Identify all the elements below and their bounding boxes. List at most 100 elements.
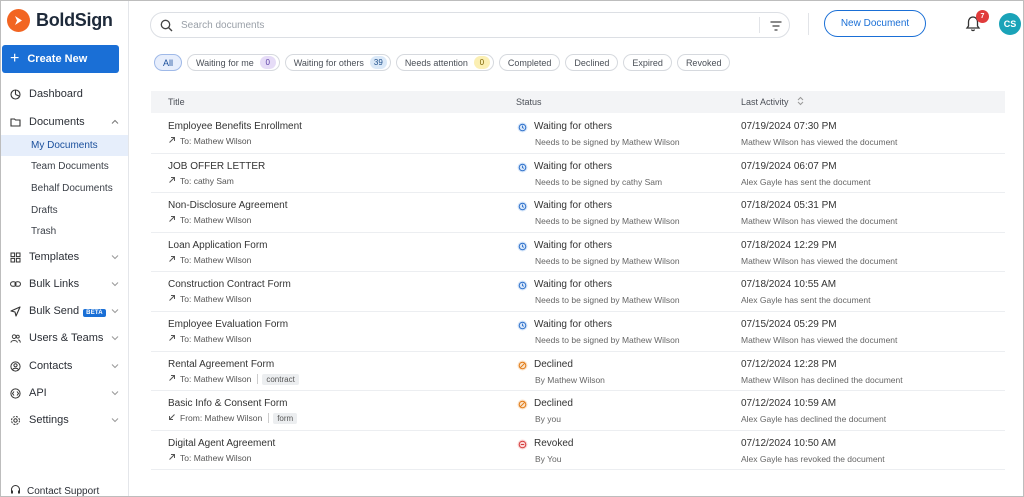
header-divider (808, 13, 809, 35)
document-recipient: To: Mathew Wilson (168, 215, 251, 225)
last-activity-text: Mathew Wilson has viewed the document (741, 255, 898, 266)
status-detail: By Mathew Wilson (535, 374, 605, 385)
table-row[interactable]: Employee Evaluation Form To: Mathew Wilso… (151, 312, 1005, 352)
sidebar-subitem-team-documents[interactable]: Team Documents (1, 156, 128, 177)
outgoing-arrow-icon (168, 294, 176, 304)
sidebar-item-bulk-links[interactable]: Bulk Links (1, 273, 128, 295)
sidebar-item-bulk-send[interactable]: Bulk Send BETA (1, 300, 128, 322)
status-text: Declined (534, 358, 573, 370)
status-detail: Needs to be signed by Mathew Wilson (535, 216, 680, 227)
filter-chip-expired[interactable]: Expired (623, 54, 672, 71)
boldsign-logo-icon (7, 9, 30, 32)
status-filter-chips: All Waiting for me 0 Waiting for others 39… (154, 54, 731, 71)
document-recipient: To: Mathew Wilson (168, 255, 251, 265)
contact-support-link[interactable]: Contact Support (10, 484, 99, 496)
filter-count: 0 (259, 56, 276, 69)
filter-chip-waiting-for-me[interactable]: Waiting for me 0 (187, 54, 280, 71)
filter-chip-label: Waiting for me (196, 57, 254, 68)
clock-icon (517, 280, 528, 291)
api-icon (10, 387, 21, 399)
chevron-down-icon (111, 333, 119, 341)
table-row[interactable]: Digital Agent Agreement To: Mathew Wilson… (151, 431, 1005, 471)
sidebar-item-templates[interactable]: Templates (1, 246, 128, 268)
table-row[interactable]: Basic Info & Consent Form From: Mathew Wi… (151, 391, 1005, 431)
last-activity-date: 07/18/2024 12:29 PM (741, 239, 837, 251)
sidebar-item-settings[interactable]: Settings (1, 409, 128, 431)
last-activity-text: Alex Gayle has revoked the document (741, 453, 885, 464)
create-new-label: Create New (27, 53, 88, 65)
chevron-down-icon (111, 415, 119, 423)
document-title[interactable]: Basic Info & Consent Form (168, 398, 288, 409)
document-title[interactable]: Employee Evaluation Form (168, 319, 288, 330)
filter-chip-waiting-for-others[interactable]: Waiting for others 39 (284, 54, 391, 71)
status-text: Waiting for others (534, 200, 612, 212)
sidebar-subitem-drafts[interactable]: Drafts (1, 200, 128, 221)
status-detail: Needs to be signed by cathy Sam (535, 176, 663, 187)
clock-icon (517, 241, 528, 252)
status-detail: Needs to be signed by Mathew Wilson (535, 137, 680, 147)
status-detail: By you (535, 414, 561, 425)
filter-chip-revoked[interactable]: Revoked (676, 54, 731, 71)
document-title[interactable]: Non-Disclosure Agreement (168, 200, 288, 211)
table-row[interactable]: JOB OFFER LETTER To: cathy Sam Waiting for… (151, 154, 1005, 194)
search-divider (759, 17, 760, 33)
chevron-down-icon (111, 252, 119, 260)
chevron-down-icon (111, 306, 119, 314)
sidebar-item-documents[interactable]: Documents (1, 111, 128, 133)
status-text: Waiting for others (534, 239, 612, 251)
document-recipient: To: cathy Sam (168, 176, 234, 186)
chevron-down-icon (111, 361, 119, 369)
table-row[interactable]: Non-Disclosure Agreement To: Mathew Wilso… (151, 193, 1005, 233)
sort-icon[interactable] (797, 96, 804, 108)
filter-icon[interactable] (770, 20, 782, 34)
sidebar-item-dashboard[interactable]: Dashboard (1, 83, 128, 105)
filter-chip-needs-attention[interactable]: Needs attention 0 (395, 54, 494, 71)
sidebar-item-contacts[interactable]: Contacts (1, 355, 128, 377)
outgoing-arrow-icon (168, 255, 176, 265)
last-activity-date: 07/19/2024 07:30 PM (741, 121, 837, 132)
declined-icon (517, 399, 528, 410)
column-header-last-activity[interactable]: Last Activity (741, 97, 789, 107)
plus-icon: + (10, 50, 20, 67)
new-document-button[interactable]: New Document (824, 10, 926, 37)
filter-chip-all[interactable]: All (154, 54, 183, 71)
sidebar-item-api[interactable]: API (1, 382, 128, 404)
filter-chip-completed[interactable]: Completed (498, 54, 561, 71)
sidebar-subitem-trash[interactable]: Trash (1, 221, 128, 242)
search-icon (160, 19, 173, 35)
link-icon (10, 279, 21, 290)
recipient-text: To: Mathew Wilson (180, 333, 252, 344)
column-header-title[interactable]: Title (168, 97, 185, 107)
create-new-button[interactable]: + Create New (2, 45, 119, 73)
outgoing-arrow-icon (168, 136, 176, 146)
document-title[interactable]: Rental Agreement Form (168, 359, 274, 370)
tag-label: contract (262, 373, 299, 385)
users-icon (10, 333, 21, 344)
sidebar-subitem-my-documents[interactable]: My Documents (1, 135, 128, 156)
search-input[interactable] (181, 17, 741, 33)
brand-logo[interactable]: BoldSign (7, 9, 113, 32)
filter-chip-declined[interactable]: Declined (565, 54, 619, 71)
recipient-text: To: Mathew Wilson (180, 294, 252, 305)
last-activity-date: 07/12/2024 12:28 PM (741, 358, 837, 370)
brand-name: BoldSign (36, 10, 113, 30)
table-row[interactable]: Rental Agreement Form To: Mathew Wilson co… (151, 352, 1005, 392)
table-row[interactable]: Employee Benefits Enrollment To: Mathew W… (151, 114, 1005, 154)
document-title[interactable]: Digital Agent Agreement (168, 438, 275, 449)
sidebar-subitem-behalf-documents[interactable]: Behalf Documents (1, 178, 128, 199)
last-activity-date: 07/18/2024 10:55 AM (741, 279, 837, 291)
avatar[interactable]: CS (999, 13, 1021, 35)
sidebar-item-users-teams[interactable]: Users & Teams (1, 327, 128, 349)
document-title[interactable]: Construction Contract Form (168, 279, 291, 290)
table-row[interactable]: Construction Contract Form To: Mathew Wil… (151, 272, 1005, 312)
column-header-status[interactable]: Status (516, 97, 542, 107)
contacts-icon (10, 360, 21, 372)
clock-icon (517, 201, 528, 212)
document-title[interactable]: JOB OFFER LETTER (168, 161, 265, 172)
document-title[interactable]: Employee Benefits Enrollment (168, 121, 302, 132)
search-bar[interactable] (150, 12, 790, 38)
outgoing-arrow-icon (168, 334, 176, 344)
document-title[interactable]: Loan Application Form (168, 240, 268, 251)
table-row[interactable]: Loan Application Form To: Mathew Wilson Wa… (151, 233, 1005, 273)
outgoing-arrow-icon (168, 215, 176, 225)
